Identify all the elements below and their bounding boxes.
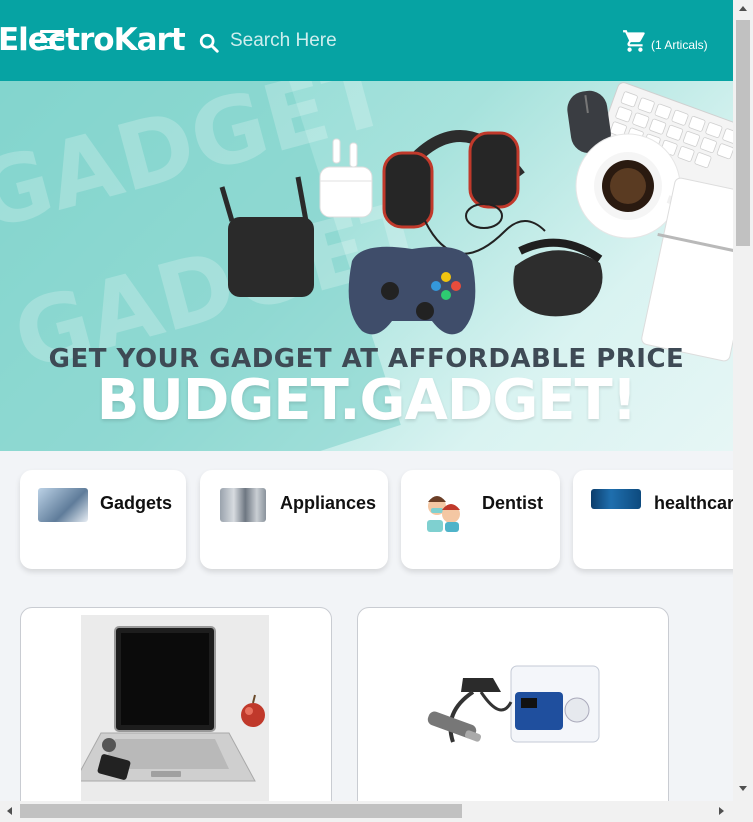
healthcare-thumbnail [591,489,641,509]
scrollbar-corner [733,801,753,822]
category-label: Appliances [280,493,377,513]
cart-icon [621,28,649,59]
cart-count: (1 Articals) [651,37,708,52]
banner-headline: BUDGET.GADGET! [96,368,638,433]
product-card[interactable] [357,607,669,801]
scroll-right-icon[interactable] [719,807,724,815]
gadgets-thumbnail [38,488,88,522]
scroll-up-icon[interactable] [739,6,747,11]
site-header: ElectroKart (1 Articals) [0,0,733,81]
product-card[interactable] [20,607,332,801]
category-card-dentist[interactable]: Dentist [401,470,560,569]
site-logo[interactable]: ElectroKart [0,22,186,58]
menu-icon[interactable] [40,30,64,50]
horizontal-scroll-thumb[interactable] [20,804,462,818]
appliances-thumbnail [220,488,266,522]
search-input[interactable] [226,28,346,54]
laptop-image [74,615,269,801]
hero-banner[interactable]: GADGET GADGET GET YOUR GADGET AT AFFORDA… [0,81,733,451]
category-label: Gadgets [100,493,173,513]
dentist-thumbnail [425,492,463,532]
page-viewport: ElectroKart (1 Articals) GADGET GADGET [0,0,733,801]
category-card-appliances[interactable]: Appliances [200,470,388,569]
vertical-scrollbar[interactable] [733,0,753,801]
category-label: healthcare [654,493,733,513]
scroll-left-icon[interactable] [7,807,12,815]
horizontal-scrollbar[interactable] [0,801,733,822]
dental-equipment-image [423,658,603,758]
scroll-down-icon[interactable] [739,786,747,791]
search-icon[interactable] [198,32,220,59]
category-card-healthcare[interactable]: healthcare [573,470,733,569]
category-label: Dentist [482,493,544,513]
vertical-scroll-thumb[interactable] [736,20,750,246]
category-card-gadgets[interactable]: Gadgets [20,470,186,569]
cart-button[interactable]: (1 Articals) [621,28,708,59]
